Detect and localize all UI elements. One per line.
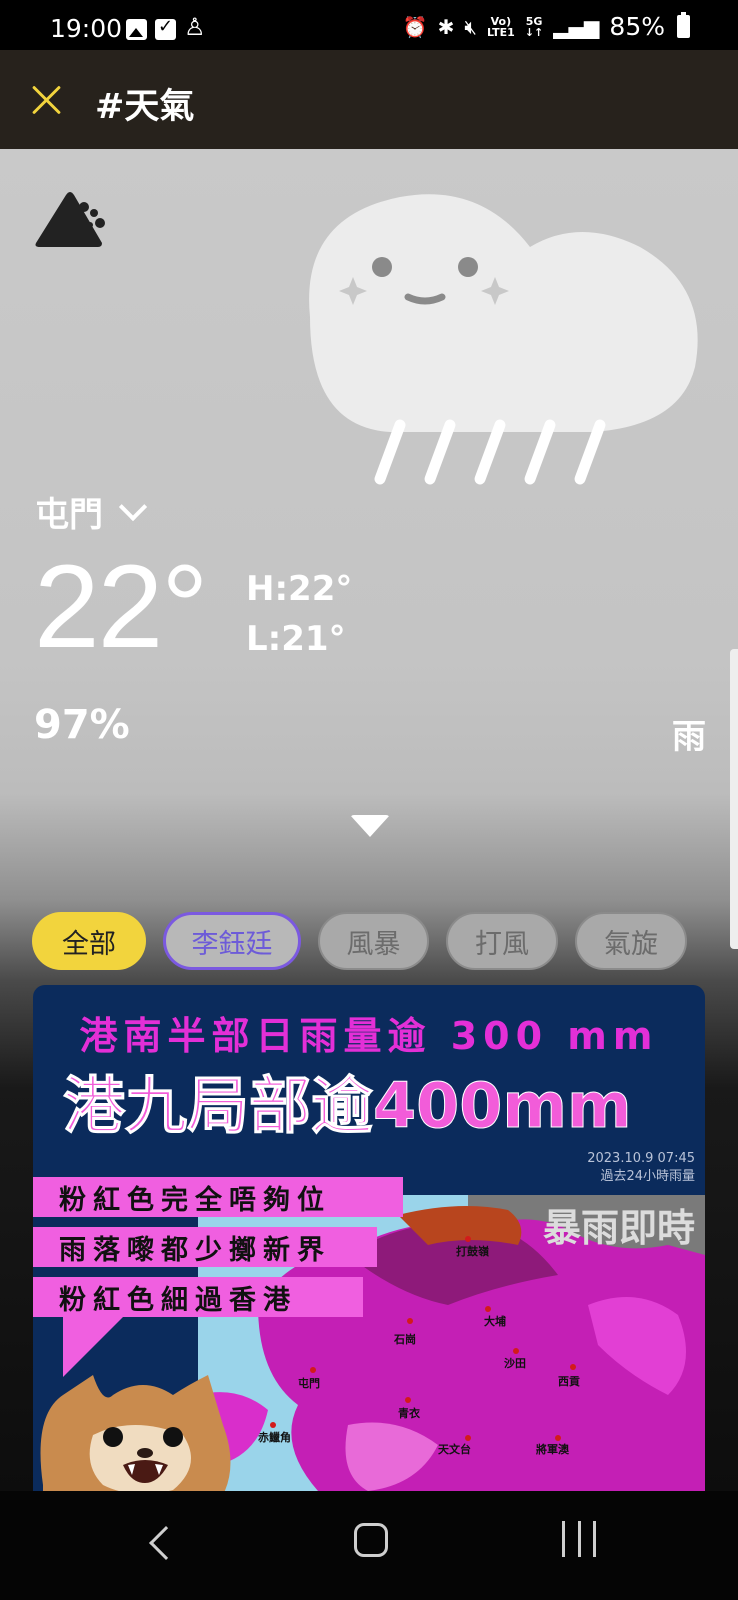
caption-line: 粉紅色完全唔夠位	[33, 1177, 403, 1217]
network-indicator: 5G ↓↑	[524, 14, 544, 39]
tag-person[interactable]: 李鈺廷	[163, 912, 301, 970]
battery-icon	[677, 12, 690, 38]
weather-panel: 屯門 22° H:22° L:21° 97% 雨 全部 李鈺廷 風暴 打風 氣旋…	[0, 149, 738, 1491]
svg-text:沙田: 沙田	[504, 1357, 526, 1370]
edge-panel-handle[interactable]	[730, 649, 738, 949]
home-icon[interactable]	[354, 1523, 388, 1557]
tag-storm[interactable]: 風暴	[318, 912, 429, 970]
card-headline-2: 港九局部逾400mm	[63, 1069, 633, 1143]
high-temperature: H:22°	[246, 569, 353, 609]
location-selector[interactable]: 屯門	[35, 487, 148, 536]
tag-cyclone[interactable]: 氣旋	[575, 912, 687, 970]
close-icon[interactable]	[28, 80, 66, 118]
landslide-warning-icon[interactable]	[32, 185, 108, 249]
svg-text:天文台: 天文台	[438, 1442, 471, 1456]
svg-text:石崗: 石崗	[393, 1332, 416, 1346]
svg-text:青衣: 青衣	[398, 1406, 421, 1420]
mute-icon: 🔇︎	[464, 14, 477, 39]
location-name: 屯門	[35, 495, 103, 535]
bluetooth-icon: ✱	[437, 14, 455, 39]
svg-text:赤鱲角: 赤鱲角	[258, 1430, 291, 1444]
page-title: #天氣	[95, 87, 195, 127]
app-header: #天氣	[0, 50, 738, 149]
back-icon[interactable]	[149, 1526, 183, 1560]
system-icons: ⏰ ✱ 🔇︎ Vo) LTE1 5G ↓↑ ▂▄▆ 85%	[403, 12, 690, 41]
system-nav-bar	[0, 1491, 738, 1600]
svg-text:將軍澳: 將軍澳	[536, 1442, 570, 1456]
battery-percent: 85%	[609, 12, 665, 41]
caption-line: 粉紅色細過香港	[33, 1277, 363, 1317]
signal-icon: ▂▄▆	[553, 14, 600, 39]
svg-text:西貢: 西貢	[558, 1375, 580, 1388]
card-timestamp: 2023.10.9 07:45 過去24小時雨量	[587, 1151, 695, 1184]
expand-arrow-icon[interactable]	[350, 815, 390, 837]
tag-all[interactable]: 全部	[32, 912, 146, 970]
recent-apps-icon[interactable]	[562, 1521, 596, 1557]
svg-text:屯門: 屯門	[298, 1376, 320, 1390]
card-headline-1: 港南半部日雨量逾 300 mm	[79, 1014, 659, 1058]
low-temperature: L:21°	[246, 619, 346, 659]
current-temperature: 22°	[34, 541, 208, 673]
rain-cloud-icon	[309, 194, 698, 485]
alarm-icon: ⏰	[402, 14, 428, 39]
notification-icons	[126, 13, 206, 41]
status-time: 19:00	[50, 14, 123, 43]
app-notification-icon	[184, 13, 206, 41]
chevron-down-icon	[118, 492, 148, 521]
volte-indicator: Vo) LTE1	[486, 14, 515, 39]
map-title: 暴雨即時	[542, 1205, 695, 1250]
weather-condition: 雨	[672, 717, 706, 757]
news-card[interactable]: 港南半部日雨量逾 300 mm 港九局部逾400mm 2023.10.9 07:…	[33, 985, 705, 1491]
caption-line: 雨落嚟都少擲新界	[33, 1227, 377, 1267]
checkbox-icon	[155, 16, 176, 40]
gallery-icon	[126, 19, 147, 40]
tag-typhoon[interactable]: 打風	[446, 912, 558, 970]
tag-filter-bar: 全部 李鈺廷 風暴 打風 氣旋	[32, 912, 687, 970]
humidity: 97%	[34, 702, 130, 748]
status-bar: 19:00 ⏰ ✱ 🔇︎ Vo) LTE1 5G ↓↑ ▂▄▆ 85%	[0, 0, 738, 50]
chihuahua-image	[40, 1375, 231, 1491]
svg-text:大埔: 大埔	[484, 1314, 506, 1328]
svg-text:打鼓嶺: 打鼓嶺	[456, 1244, 489, 1258]
